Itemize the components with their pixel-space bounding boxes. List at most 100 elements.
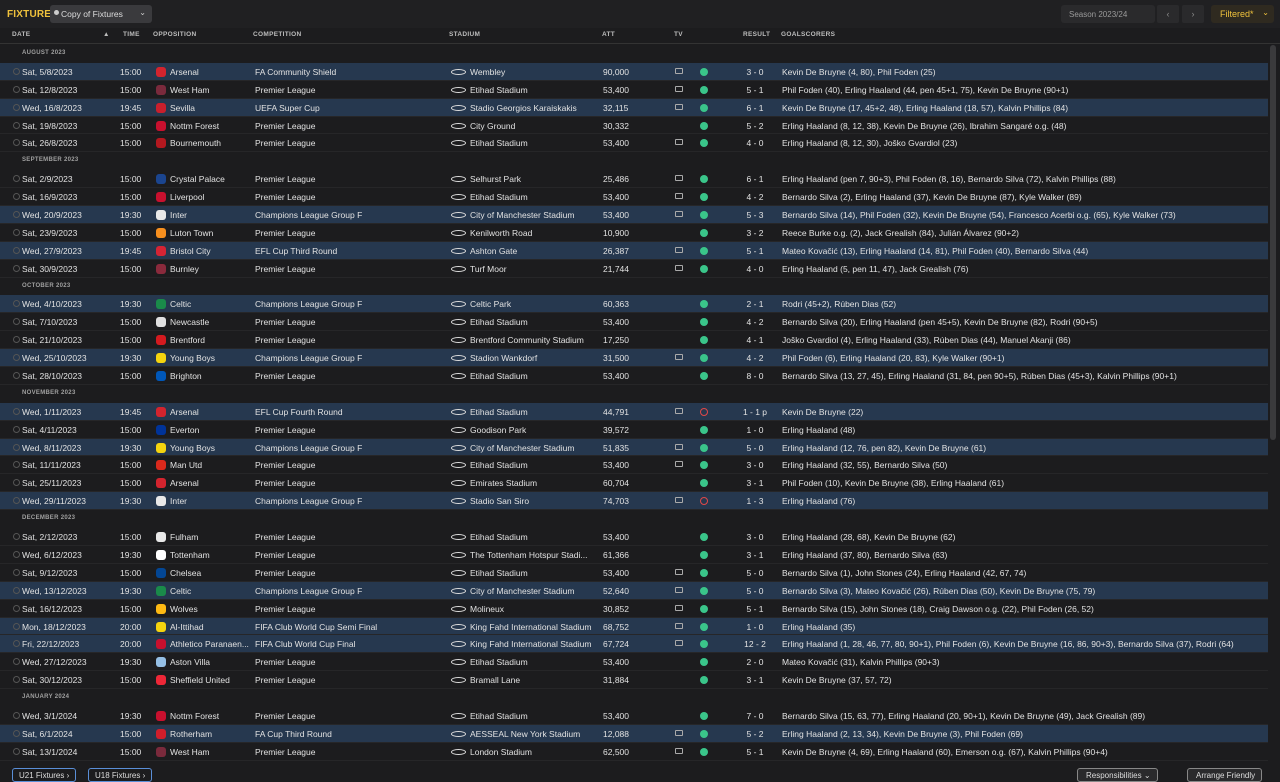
arrange-friendly-button[interactable]: Arrange Friendly [1187,768,1263,782]
table-row[interactable]: Wed, 1/11/2023 19:45 Arsenal EFL Cup Fourth… [0,402,1268,421]
row-select-icon[interactable] [13,711,20,719]
competition-link[interactable]: EFL Cup Fourth Round [255,407,445,417]
competition-link[interactable]: Premier League [255,657,445,667]
table-row[interactable]: Wed, 8/11/2023 19:30 Young Boys Champions L… [0,438,1268,457]
table-row[interactable]: Wed, 4/10/2023 19:30 Celtic Champions Leagu… [0,295,1268,314]
table-row[interactable]: Mon, 18/12/2023 20:00 Al-Ittihad FIFA Club … [0,617,1268,636]
table-row[interactable]: Wed, 3/1/2024 19:30 Nottm Forest Premier Le… [0,707,1268,725]
competition-link[interactable]: FA Community Shield [255,67,445,77]
opposition-link[interactable]: Arsenal [170,407,255,417]
stadium-link[interactable]: King Fahd International Stadium [470,622,598,632]
opposition-link[interactable]: Arsenal [170,478,255,488]
row-select-icon[interactable] [13,479,20,487]
competition-link[interactable]: Premier League [255,747,445,757]
table-row[interactable]: Wed, 16/8/2023 19:45 Sevilla UEFA Super Cup… [0,98,1268,117]
opposition-link[interactable]: Young Boys [170,353,255,363]
table-row[interactable]: Sat, 6/1/2024 15:00 Rotherham FA Cup Third … [0,724,1268,743]
stadium-link[interactable]: City of Manchester Stadium [470,210,598,220]
result[interactable]: 4 - 1 [730,335,780,345]
competition-link[interactable]: Premier League [255,478,445,488]
table-row[interactable]: Wed, 27/9/2023 19:45 Bristol City EFL Cup T… [0,241,1268,260]
competition-link[interactable]: Premier League [255,675,445,685]
opposition-link[interactable]: Aston Villa [170,657,255,667]
stadium-link[interactable]: Celtic Park [470,299,598,309]
opposition-link[interactable]: Celtic [170,299,255,309]
scrollbar[interactable] [1270,45,1276,440]
table-row[interactable]: Sat, 7/10/2023 15:00 Newcastle Premier Leag… [0,313,1268,332]
competition-link[interactable]: EFL Cup Third Round [255,246,445,256]
opposition-link[interactable]: Wolves [170,604,255,614]
competition-link[interactable]: Champions League Group F [255,299,445,309]
table-row[interactable]: Sat, 4/11/2023 15:00 Everton Premier League… [0,421,1268,439]
stadium-link[interactable]: London Stadium [470,747,598,757]
result[interactable]: 4 - 0 [730,138,780,148]
row-select-icon[interactable] [13,193,20,201]
competition-link[interactable]: FIFA Club World Cup Semi Final [255,622,445,632]
competition-link[interactable]: Premier League [255,568,445,578]
col-result[interactable]: RESULT [743,31,770,38]
result[interactable]: 5 - 0 [730,443,780,453]
stadium-link[interactable]: AESSEAL New York Stadium [470,729,598,739]
opposition-link[interactable]: West Ham [170,85,255,95]
stadium-link[interactable]: Etihad Stadium [470,192,598,202]
season-selector[interactable]: Season 2023/24 [1061,5,1155,23]
row-select-icon[interactable] [13,640,20,648]
stadium-link[interactable]: Etihad Stadium [470,85,598,95]
table-row[interactable]: Sat, 16/12/2023 15:00 Wolves Premier League… [0,600,1268,618]
row-select-icon[interactable] [13,121,20,129]
competition-link[interactable]: Champions League Group F [255,353,445,363]
result[interactable]: 6 - 1 [730,103,780,113]
result[interactable]: 3 - 1 [730,675,780,685]
row-select-icon[interactable] [13,139,20,147]
competition-link[interactable]: FA Cup Third Round [255,729,445,739]
stadium-link[interactable]: Bramall Lane [470,675,598,685]
row-select-icon[interactable] [13,497,20,505]
stadium-link[interactable]: Stadion Wankdorf [470,353,598,363]
competition-link[interactable]: Premier League [255,174,445,184]
opposition-link[interactable]: Everton [170,425,255,435]
opposition-link[interactable]: Inter [170,210,255,220]
sort-asc-icon[interactable]: ▲ [103,31,110,38]
responsibilities-button[interactable]: Responsibilities ⌄ [1077,768,1158,782]
opposition-link[interactable]: Celtic [170,586,255,596]
opposition-link[interactable]: Crystal Palace [170,174,255,184]
table-row[interactable]: Wed, 20/9/2023 19:30 Inter Champions League… [0,206,1268,224]
competition-link[interactable]: Champions League Group F [255,210,445,220]
result[interactable]: 3 - 0 [730,532,780,542]
competition-link[interactable]: Premier League [255,604,445,614]
result[interactable]: 5 - 2 [730,121,780,131]
row-select-icon[interactable] [13,175,20,183]
row-select-icon[interactable] [13,85,20,93]
row-select-icon[interactable] [13,729,20,737]
opposition-link[interactable]: Nottm Forest [170,121,255,131]
col-time[interactable]: TIME [123,31,140,38]
col-competition[interactable]: COMPETITION [253,31,301,38]
result[interactable]: 6 - 1 [730,174,780,184]
row-select-icon[interactable] [13,550,20,558]
row-select-icon[interactable] [13,246,20,254]
competition-link[interactable]: Champions League Group F [255,586,445,596]
result[interactable]: 5 - 0 [730,586,780,596]
opposition-link[interactable]: Bournemouth [170,138,255,148]
row-select-icon[interactable] [13,318,20,326]
result[interactable]: 5 - 1 [730,604,780,614]
opposition-link[interactable]: Bristol City [170,246,255,256]
stadium-link[interactable]: The Tottenham Hotspur Stadi... [470,550,598,560]
opposition-link[interactable]: Newcastle [170,317,255,327]
result[interactable]: 5 - 1 [730,747,780,757]
filter-button[interactable]: Filtered* ⌄ [1211,5,1274,23]
stadium-link[interactable]: Etihad Stadium [470,371,598,381]
row-select-icon[interactable] [13,336,20,344]
stadium-link[interactable]: Turf Moor [470,264,598,274]
next-season-button[interactable]: › [1182,5,1204,23]
competition-link[interactable]: Premier League [255,85,445,95]
table-row[interactable]: Wed, 13/12/2023 19:30 Celtic Champions Leag… [0,581,1268,600]
row-select-icon[interactable] [13,228,20,236]
stadium-link[interactable]: Goodison Park [470,425,598,435]
prev-season-button[interactable]: ‹ [1157,5,1179,23]
row-select-icon[interactable] [13,461,20,469]
result[interactable]: 2 - 0 [730,657,780,667]
opposition-link[interactable]: Rotherham [170,729,255,739]
competition-link[interactable]: Premier League [255,335,445,345]
stadium-link[interactable]: City of Manchester Stadium [470,586,598,596]
